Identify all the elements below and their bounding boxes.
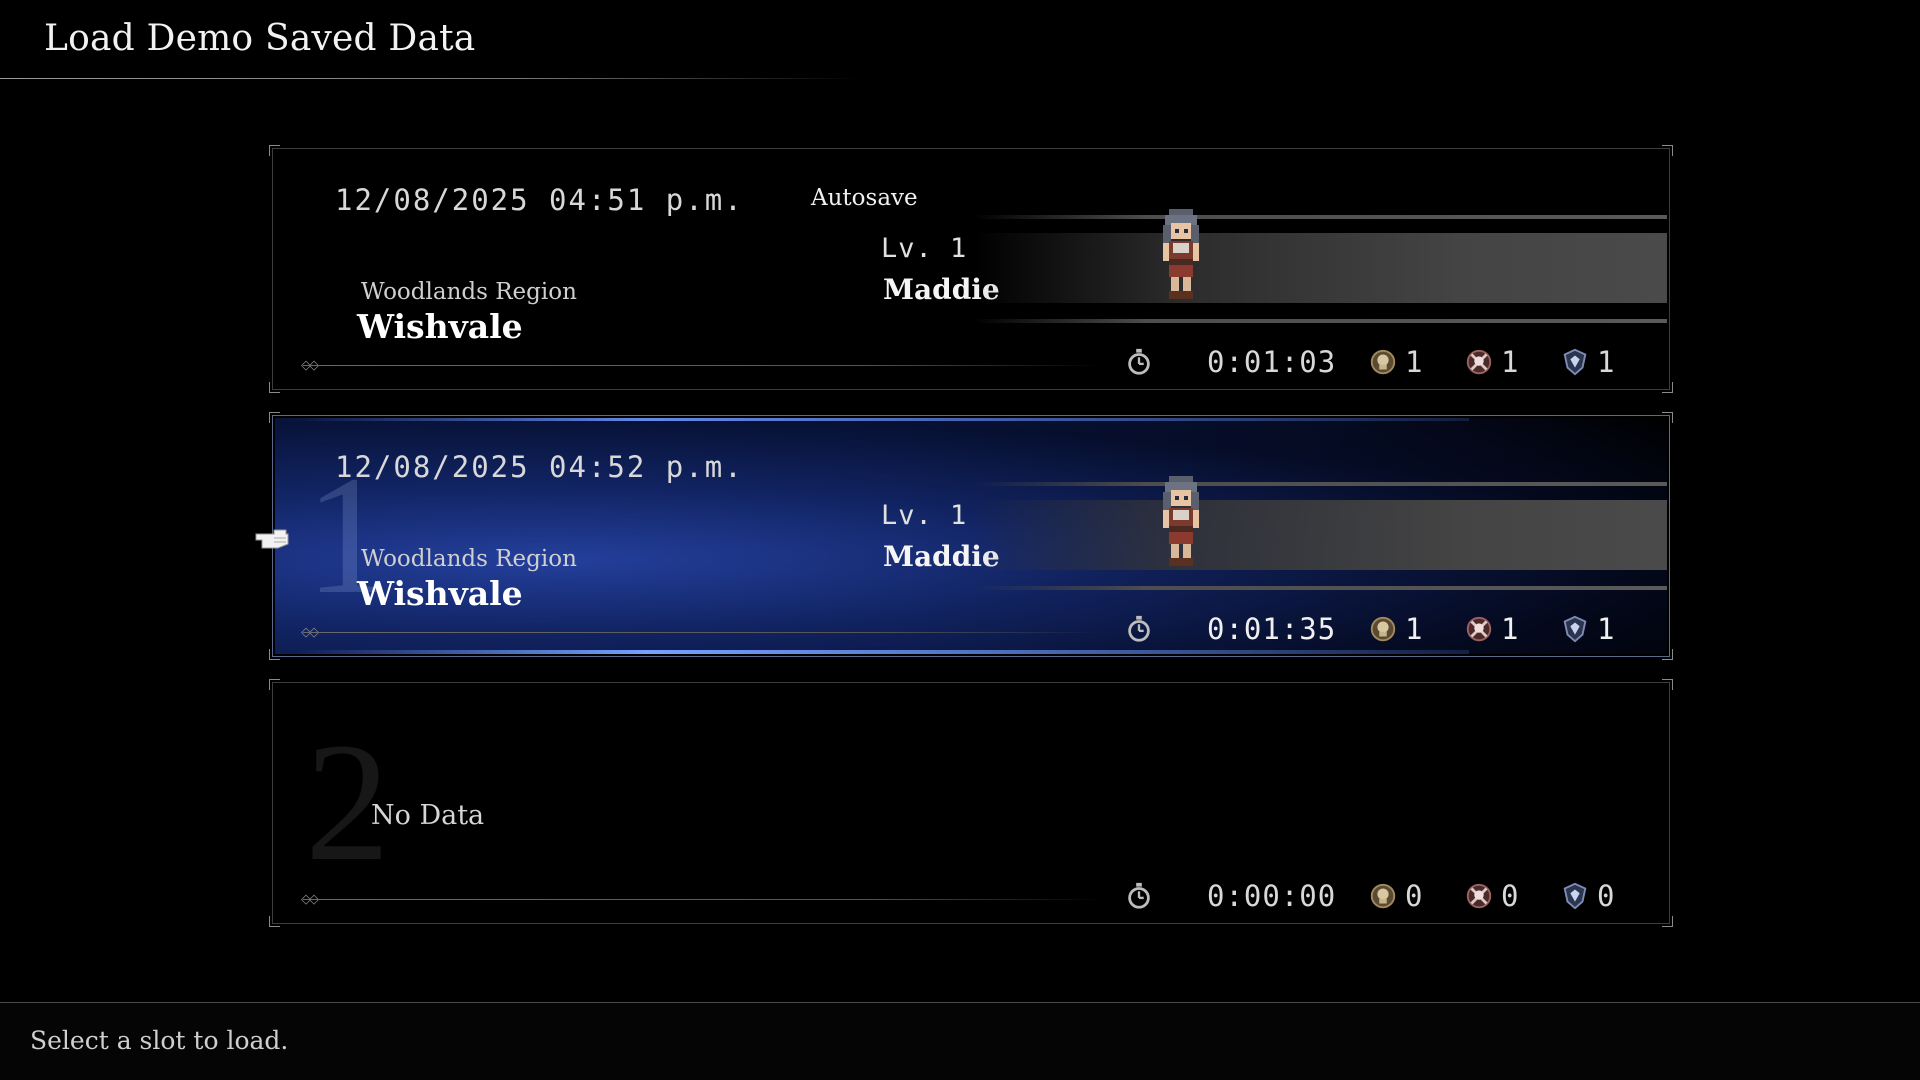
corner-ornament bbox=[269, 145, 280, 156]
save-slot-2[interactable]: 2 No Data ◇◇ 0:00:00 0 0 0 bbox=[269, 679, 1673, 927]
character-sprite bbox=[1163, 209, 1199, 299]
save-datetime: 12/08/2025 04:52 p.m. bbox=[335, 450, 744, 484]
skull-badge-icon bbox=[1370, 349, 1396, 375]
stat-b-count: 1 bbox=[1501, 345, 1520, 379]
selection-glow bbox=[293, 418, 1469, 421]
crossed-skull-icon bbox=[1466, 883, 1492, 909]
region-name: Woodlands Region bbox=[361, 546, 577, 572]
region-name: Woodlands Region bbox=[361, 279, 577, 305]
character-sprite bbox=[1163, 476, 1199, 566]
selection-glow bbox=[293, 650, 1469, 654]
save-slot-1[interactable]: 1 12/08/2025 04:52 p.m. Woodlands Region… bbox=[269, 412, 1673, 660]
party-level: Lv. 1 bbox=[881, 233, 968, 264]
playtime: 0:01:35 bbox=[1207, 612, 1337, 646]
band-line bbox=[973, 215, 1667, 219]
crystal-shield-icon bbox=[1563, 615, 1587, 643]
corner-ornament bbox=[269, 412, 280, 423]
slot-divider bbox=[303, 365, 1103, 366]
playtime: 0:01:03 bbox=[1207, 345, 1337, 379]
stopwatch-icon bbox=[1128, 614, 1150, 642]
skull-badge-icon bbox=[1370, 883, 1396, 909]
corner-ornament bbox=[269, 916, 280, 927]
stat-a-count: 1 bbox=[1405, 612, 1424, 646]
save-datetime: 12/08/2025 04:51 p.m. bbox=[335, 183, 744, 217]
location-name: Wishvale bbox=[357, 574, 523, 613]
band-fill bbox=[973, 233, 1667, 303]
title-divider bbox=[0, 78, 860, 79]
corner-ornament bbox=[1662, 412, 1673, 423]
corner-ornament bbox=[1662, 649, 1673, 660]
slot-stats: 0:00:00 0 0 0 bbox=[1125, 879, 1685, 915]
corner-ornament bbox=[1662, 145, 1673, 156]
slot-divider bbox=[303, 899, 1103, 900]
stat-b-count: 0 bbox=[1501, 879, 1520, 913]
save-slot-autosave[interactable]: 12/08/2025 04:51 p.m. Autosave Woodlands… bbox=[269, 145, 1673, 393]
corner-ornament bbox=[269, 679, 280, 690]
stat-c-count: 0 bbox=[1597, 879, 1616, 913]
band-line bbox=[973, 586, 1667, 590]
skull-badge-icon bbox=[1370, 616, 1396, 642]
corner-ornament bbox=[1662, 679, 1673, 690]
slot-stats: 0:01:03 1 1 1 bbox=[1125, 345, 1685, 381]
party-band bbox=[973, 215, 1667, 325]
crystal-shield-icon bbox=[1563, 882, 1587, 910]
empty-slot-label: No Data bbox=[371, 800, 485, 831]
help-text: Select a slot to load. bbox=[30, 1026, 289, 1055]
playtime: 0:00:00 bbox=[1207, 879, 1337, 913]
corner-ornament bbox=[269, 382, 280, 393]
party-level: Lv. 1 bbox=[881, 500, 968, 531]
corner-ornament bbox=[269, 649, 280, 660]
slot-divider bbox=[303, 632, 1103, 633]
autosave-tag: Autosave bbox=[811, 185, 918, 211]
party-band bbox=[973, 482, 1667, 592]
page-title: Load Demo Saved Data bbox=[44, 18, 476, 59]
band-line bbox=[973, 319, 1667, 323]
band-fill bbox=[973, 500, 1667, 570]
stopwatch-icon bbox=[1128, 881, 1150, 909]
crossed-skull-icon bbox=[1466, 616, 1492, 642]
stat-a-count: 1 bbox=[1405, 345, 1424, 379]
stat-c-count: 1 bbox=[1597, 345, 1616, 379]
band-line bbox=[973, 482, 1667, 486]
slot-stats: 0:01:35 1 1 1 bbox=[1125, 612, 1685, 648]
stat-b-count: 1 bbox=[1501, 612, 1520, 646]
stopwatch-icon bbox=[1128, 347, 1150, 375]
crystal-shield-icon bbox=[1563, 348, 1587, 376]
corner-ornament bbox=[1662, 916, 1673, 927]
screen-header: Load Demo Saved Data bbox=[0, 0, 1920, 80]
stat-c-count: 1 bbox=[1597, 612, 1616, 646]
pointing-hand-cursor-icon bbox=[255, 529, 289, 549]
location-name: Wishvale bbox=[357, 307, 523, 346]
corner-ornament bbox=[1662, 382, 1673, 393]
crossed-skull-icon bbox=[1466, 349, 1492, 375]
stat-a-count: 0 bbox=[1405, 879, 1424, 913]
